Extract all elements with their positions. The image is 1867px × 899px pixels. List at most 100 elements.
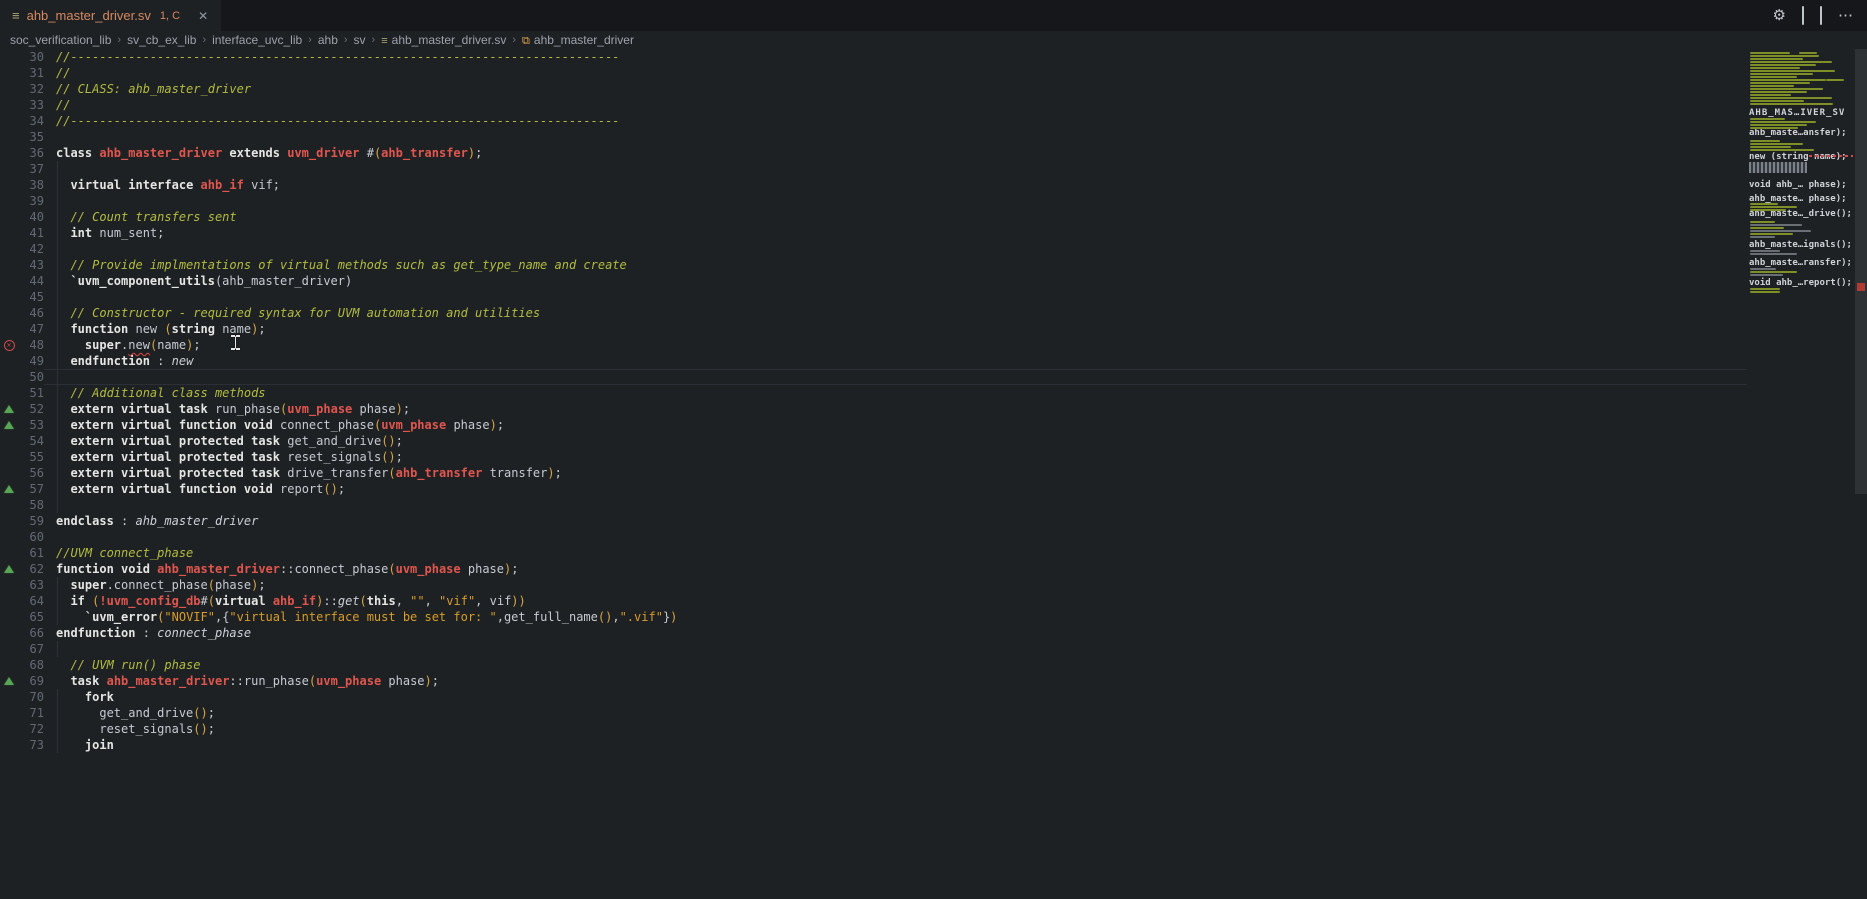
code-line-40[interactable]: 40 // Count transfers sent bbox=[0, 209, 1867, 225]
line-number[interactable]: 55 bbox=[18, 450, 44, 464]
code-line-71[interactable]: 71 get_and_drive(); bbox=[0, 705, 1867, 721]
code-line-37[interactable]: 37 bbox=[0, 161, 1867, 177]
code-line-68[interactable]: 68 // UVM run() phase bbox=[0, 657, 1867, 673]
line-number[interactable]: 54 bbox=[18, 434, 44, 448]
code-line-53[interactable]: 53 extern virtual function void connect_… bbox=[0, 417, 1867, 433]
line-number[interactable]: 40 bbox=[18, 210, 44, 224]
code-line-58[interactable]: 58 bbox=[0, 497, 1867, 513]
line-number[interactable]: 57 bbox=[18, 482, 44, 496]
line-number[interactable]: 44 bbox=[18, 274, 44, 288]
line-number[interactable]: 65 bbox=[18, 610, 44, 624]
extern-marker-icon[interactable] bbox=[4, 565, 14, 573]
line-number[interactable]: 72 bbox=[18, 722, 44, 736]
line-number[interactable]: 59 bbox=[18, 514, 44, 528]
layout-icon[interactable] bbox=[1802, 8, 1804, 23]
code-editor[interactable]: 30//------------------------------------… bbox=[0, 49, 1867, 899]
close-icon[interactable]: ✕ bbox=[195, 8, 211, 24]
code-line-69[interactable]: 69 task ahb_master_driver::run_phase(uvm… bbox=[0, 673, 1867, 689]
extern-marker-icon[interactable] bbox=[4, 405, 14, 413]
code-line-62[interactable]: 62function void ahb_master_driver::conne… bbox=[0, 561, 1867, 577]
code-line-46[interactable]: 46 // Constructor - required syntax for … bbox=[0, 305, 1867, 321]
minimap[interactable]: AHB_MAS…IVER_SVahb_maste…ansfer);new (st… bbox=[1747, 49, 1855, 899]
line-number[interactable]: 46 bbox=[18, 306, 44, 320]
line-number[interactable]: 52 bbox=[18, 402, 44, 416]
breadcrumb-item-ahb[interactable]: ahb bbox=[318, 33, 338, 47]
line-number[interactable]: 66 bbox=[18, 626, 44, 640]
line-number[interactable]: 51 bbox=[18, 386, 44, 400]
code-line-30[interactable]: 30//------------------------------------… bbox=[0, 49, 1867, 65]
line-number[interactable]: 30 bbox=[18, 50, 44, 64]
extern-marker-icon[interactable] bbox=[4, 485, 14, 493]
tab-ahb-master-driver[interactable]: ≡ ahb_master_driver.sv 1, C ✕ bbox=[0, 0, 221, 31]
code-line-73[interactable]: 73 join bbox=[0, 737, 1867, 753]
line-number[interactable]: 50 bbox=[18, 370, 44, 384]
line-number[interactable]: 39 bbox=[18, 194, 44, 208]
code-line-36[interactable]: 36class ahb_master_driver extends uvm_dr… bbox=[0, 145, 1867, 161]
code-line-50[interactable]: 50 bbox=[0, 369, 1867, 385]
code-line-38[interactable]: 38 virtual interface ahb_if vif; bbox=[0, 177, 1867, 193]
line-number[interactable]: 71 bbox=[18, 706, 44, 720]
code-line-63[interactable]: 63 super.connect_phase(phase); bbox=[0, 577, 1867, 593]
code-line-67[interactable]: 67 bbox=[0, 641, 1867, 657]
code-line-52[interactable]: 52 extern virtual task run_phase(uvm_pha… bbox=[0, 401, 1867, 417]
line-number[interactable]: 56 bbox=[18, 466, 44, 480]
code-line-60[interactable]: 60 bbox=[0, 529, 1867, 545]
line-number[interactable]: 45 bbox=[18, 290, 44, 304]
code-line-64[interactable]: 64 if (!uvm_config_db#(virtual ahb_if)::… bbox=[0, 593, 1867, 609]
breadcrumb-item-symbol[interactable]: ⧉ahb_master_driver bbox=[522, 33, 634, 48]
code-line-47[interactable]: 47 function new (string name); bbox=[0, 321, 1867, 337]
breadcrumb-item-interface_uvc_lib[interactable]: interface_uvc_lib bbox=[212, 33, 302, 47]
code-line-32[interactable]: 32// CLASS: ahb_master_driver bbox=[0, 81, 1867, 97]
code-line-51[interactable]: 51 // Additional class methods bbox=[0, 385, 1867, 401]
line-number[interactable]: 43 bbox=[18, 258, 44, 272]
code-line-41[interactable]: 41 int num_sent; bbox=[0, 225, 1867, 241]
line-number[interactable]: 67 bbox=[18, 642, 44, 656]
code-line-34[interactable]: 34//------------------------------------… bbox=[0, 113, 1867, 129]
code-line-48[interactable]: ✕48 super.new(name); bbox=[0, 337, 1867, 353]
code-line-57[interactable]: 57 extern virtual function void report()… bbox=[0, 481, 1867, 497]
code-line-55[interactable]: 55 extern virtual protected task reset_s… bbox=[0, 449, 1867, 465]
breadcrumb-item-soc_verification_lib[interactable]: soc_verification_lib bbox=[10, 33, 111, 47]
code-line-43[interactable]: 43 // Provide implmentations of virtual … bbox=[0, 257, 1867, 273]
code-line-66[interactable]: 66endfunction : connect_phase bbox=[0, 625, 1867, 641]
code-line-39[interactable]: 39 bbox=[0, 193, 1867, 209]
code-line-56[interactable]: 56 extern virtual protected task drive_t… bbox=[0, 465, 1867, 481]
settings-gear-icon[interactable]: ⚙ bbox=[1773, 8, 1786, 23]
code-line-33[interactable]: 33// bbox=[0, 97, 1867, 113]
line-number[interactable]: 63 bbox=[18, 578, 44, 592]
line-number[interactable]: 53 bbox=[18, 418, 44, 432]
line-number[interactable]: 73 bbox=[18, 738, 44, 752]
code-line-31[interactable]: 31// bbox=[0, 65, 1867, 81]
code-line-59[interactable]: 59endclass : ahb_master_driver bbox=[0, 513, 1867, 529]
line-number[interactable]: 49 bbox=[18, 354, 44, 368]
line-number[interactable]: 32 bbox=[18, 82, 44, 96]
code-line-42[interactable]: 42 bbox=[0, 241, 1867, 257]
code-line-44[interactable]: 44 `uvm_component_utils(ahb_master_drive… bbox=[0, 273, 1867, 289]
line-number[interactable]: 47 bbox=[18, 322, 44, 336]
line-number[interactable]: 68 bbox=[18, 658, 44, 672]
code-line-49[interactable]: 49 endfunction : new bbox=[0, 353, 1867, 369]
line-number[interactable]: 31 bbox=[18, 66, 44, 80]
breadcrumb-item-file[interactable]: ≡ahb_master_driver.sv bbox=[381, 33, 506, 47]
split-editor-icon[interactable] bbox=[1820, 8, 1822, 23]
line-number[interactable]: 35 bbox=[18, 130, 44, 144]
error-icon[interactable]: ✕ bbox=[4, 340, 15, 351]
code-line-54[interactable]: 54 extern virtual protected task get_and… bbox=[0, 433, 1867, 449]
line-number[interactable]: 42 bbox=[18, 242, 44, 256]
line-number[interactable]: 69 bbox=[18, 674, 44, 688]
extern-marker-icon[interactable] bbox=[4, 421, 14, 429]
code-line-45[interactable]: 45 bbox=[0, 289, 1867, 305]
line-number[interactable]: 34 bbox=[18, 114, 44, 128]
breadcrumb-item-sv_cb_ex_lib[interactable]: sv_cb_ex_lib bbox=[127, 33, 196, 47]
scrollbar-slider[interactable] bbox=[1855, 49, 1867, 494]
line-number[interactable]: 41 bbox=[18, 226, 44, 240]
code-line-70[interactable]: 70 fork bbox=[0, 689, 1867, 705]
line-number[interactable]: 62 bbox=[18, 562, 44, 576]
code-line-65[interactable]: 65 `uvm_error("NOVIF",{"virtual interfac… bbox=[0, 609, 1867, 625]
line-number[interactable]: 38 bbox=[18, 178, 44, 192]
line-number[interactable]: 33 bbox=[18, 98, 44, 112]
code-line-61[interactable]: 61//UVM connect_phase bbox=[0, 545, 1867, 561]
more-actions-icon[interactable]: ⋯ bbox=[1838, 8, 1853, 23]
vertical-scrollbar[interactable] bbox=[1855, 49, 1867, 899]
line-number[interactable]: 70 bbox=[18, 690, 44, 704]
